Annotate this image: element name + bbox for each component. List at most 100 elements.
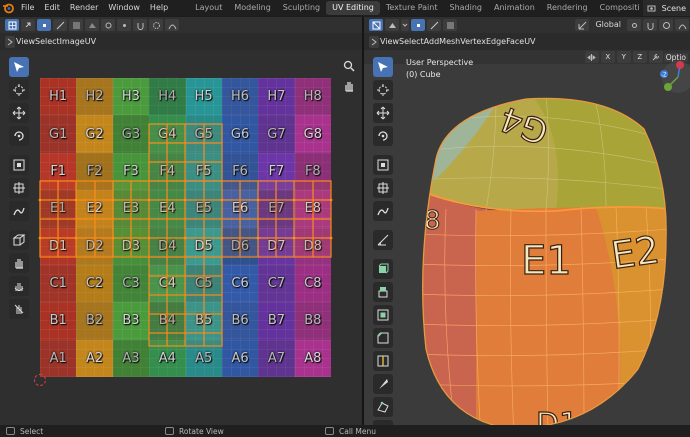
viewport-info: User Perspective (0) Cube (406, 57, 473, 81)
uv-menu-uv[interactable]: UV (85, 37, 96, 46)
vertex-select-icon[interactable] (37, 19, 51, 31)
zoom-icon[interactable] (342, 59, 356, 73)
axis-y-button[interactable]: Y (616, 51, 631, 63)
mode-select-icon[interactable] (385, 19, 399, 31)
vp-proportional-icon[interactable] (659, 19, 673, 31)
sidebar-toggle-icon[interactable] (5, 35, 15, 48)
viewport-menu-edge[interactable]: Edge (486, 37, 506, 46)
tab-texture-paint[interactable]: Texture Paint (380, 1, 444, 15)
select-box-icon[interactable] (373, 57, 393, 77)
menu-help[interactable]: Help (145, 0, 173, 16)
tab-uv-editing[interactable]: UV Editing (326, 1, 380, 15)
gizmo-x-icon[interactable] (676, 61, 684, 69)
blender-logo-icon[interactable] (0, 0, 16, 16)
polybuild-icon[interactable] (373, 397, 393, 417)
uv-cell-e4: E4 (149, 190, 186, 228)
tab-animation[interactable]: Animation (488, 1, 541, 15)
tab-shading[interactable]: Shading (443, 1, 488, 15)
tab-rendering[interactable]: Rendering (541, 1, 594, 15)
uv-cell-b1: B1 (40, 302, 77, 340)
select-box-icon[interactable] (9, 57, 29, 77)
menu-edit[interactable]: Edit (39, 0, 65, 16)
tab-layout[interactable]: Layout (189, 1, 228, 15)
loopcut-icon[interactable] (373, 351, 393, 371)
viewport-menu-mesh[interactable]: Mesh (439, 37, 460, 46)
sync-selection-icon[interactable] (21, 19, 35, 31)
proportional-edit-icon[interactable] (149, 19, 163, 31)
add-cube-icon[interactable] (373, 259, 393, 279)
scale-icon[interactable] (373, 155, 393, 175)
editor-type-icon[interactable] (5, 19, 19, 31)
menu-render[interactable]: Render (65, 0, 103, 16)
vp-sidebar-toggle-icon[interactable] (369, 35, 379, 48)
island-select-icon[interactable] (85, 19, 99, 31)
vp-face-select-icon[interactable] (443, 19, 457, 31)
scale-icon[interactable] (9, 155, 29, 175)
tab-compositi[interactable]: Compositi (594, 1, 646, 15)
status-rotate: Rotate View (179, 426, 224, 436)
cursor-icon[interactable] (373, 80, 393, 100)
viewport-menu-add[interactable]: Add (424, 37, 440, 46)
mirror-icon[interactable] (584, 51, 599, 63)
uv-menu-view[interactable]: View (16, 37, 35, 46)
rotate-icon[interactable] (373, 126, 393, 146)
bevel-icon[interactable] (373, 328, 393, 348)
pivot-point-icon[interactable] (627, 19, 641, 31)
annotate-icon[interactable] (373, 201, 393, 221)
rotate-icon[interactable] (9, 126, 29, 146)
transform-orientation-icon[interactable] (575, 19, 590, 31)
tab-modeling[interactable]: Modeling (228, 1, 276, 15)
extrude-icon[interactable] (373, 282, 393, 302)
vp-vertex-select-icon[interactable] (411, 19, 425, 31)
menu-file[interactable]: File (16, 0, 39, 16)
vp-edge-select-icon[interactable] (427, 19, 441, 31)
uv-cell-c1: C1 (40, 264, 77, 303)
pinch-icon[interactable] (9, 299, 29, 319)
viewport-menu-uv[interactable]: UV (524, 37, 535, 46)
uv-cell-f1: F1 (40, 152, 77, 191)
scene-selector[interactable]: Scene (642, 0, 690, 16)
move-icon[interactable] (9, 103, 29, 123)
cursor-icon[interactable] (9, 80, 29, 100)
uv-cell-h7: H7 (258, 78, 295, 116)
annotate-icon[interactable] (9, 201, 29, 221)
viewport-menu-vertex[interactable]: Vertex (460, 37, 486, 46)
inset-icon[interactable] (373, 305, 393, 325)
move-icon[interactable] (373, 103, 393, 123)
uv-menu-select[interactable]: Select (35, 37, 60, 46)
cube-sphere-mesh[interactable]: E1 E2 G4 8 D1 (416, 89, 671, 425)
grab-icon[interactable] (9, 253, 29, 273)
falloff-icon[interactable] (675, 19, 689, 31)
relax-icon[interactable] (9, 276, 29, 296)
knife-icon[interactable] (373, 374, 393, 394)
2d-cursor-icon[interactable] (34, 374, 46, 386)
pivot-icon[interactable] (117, 19, 131, 31)
pan-hand-icon[interactable] (342, 79, 356, 93)
curve-falloff-icon[interactable] (165, 19, 179, 31)
mode-dropdown-icon[interactable] (401, 19, 409, 31)
viewport-editor-type-icon[interactable] (369, 19, 383, 31)
menu-window[interactable]: Window (103, 0, 145, 16)
face-select-icon[interactable] (69, 19, 83, 31)
uv-cell-h6: H6 (221, 78, 259, 116)
snap-icon[interactable] (133, 19, 147, 31)
snapping-icon[interactable] (643, 19, 657, 31)
viewport-menu-view[interactable]: View (380, 37, 399, 46)
uv-menu-image[interactable]: Image (60, 37, 85, 46)
viewport-menu-face[interactable]: Face (506, 37, 524, 46)
measure-icon[interactable] (373, 230, 393, 250)
edge-select-icon[interactable] (53, 19, 67, 31)
tab-sculpting[interactable]: Sculpting (277, 1, 326, 15)
transform-icon[interactable] (373, 178, 393, 198)
uv-editor[interactable]: View Select Image UV H1 H2 H3 H4 H5 H6 H7 H8 G1 G2 G3… (0, 17, 362, 425)
axis-x-button[interactable]: X (600, 51, 615, 63)
viewport-menu-select[interactable]: Select (399, 37, 424, 46)
uv-grid-texture[interactable]: H1 H2 H3 H4 H5 H6 H7 H8 G1 G2 G3 G4 G5 G6 G7 G8 F1 F2 F3 F4… (40, 78, 331, 377)
transform-icon[interactable] (9, 178, 29, 198)
3d-viewport[interactable]: Global View Select Add Mesh Vertex Edge Face UV… (364, 17, 690, 425)
axis-z-button[interactable]: Z (632, 51, 647, 63)
uv-cell-e8: E8 (294, 190, 331, 228)
orientation-label[interactable]: Global (590, 17, 626, 33)
sticky-mode-icon[interactable] (101, 19, 115, 31)
rip-icon[interactable] (9, 230, 29, 250)
